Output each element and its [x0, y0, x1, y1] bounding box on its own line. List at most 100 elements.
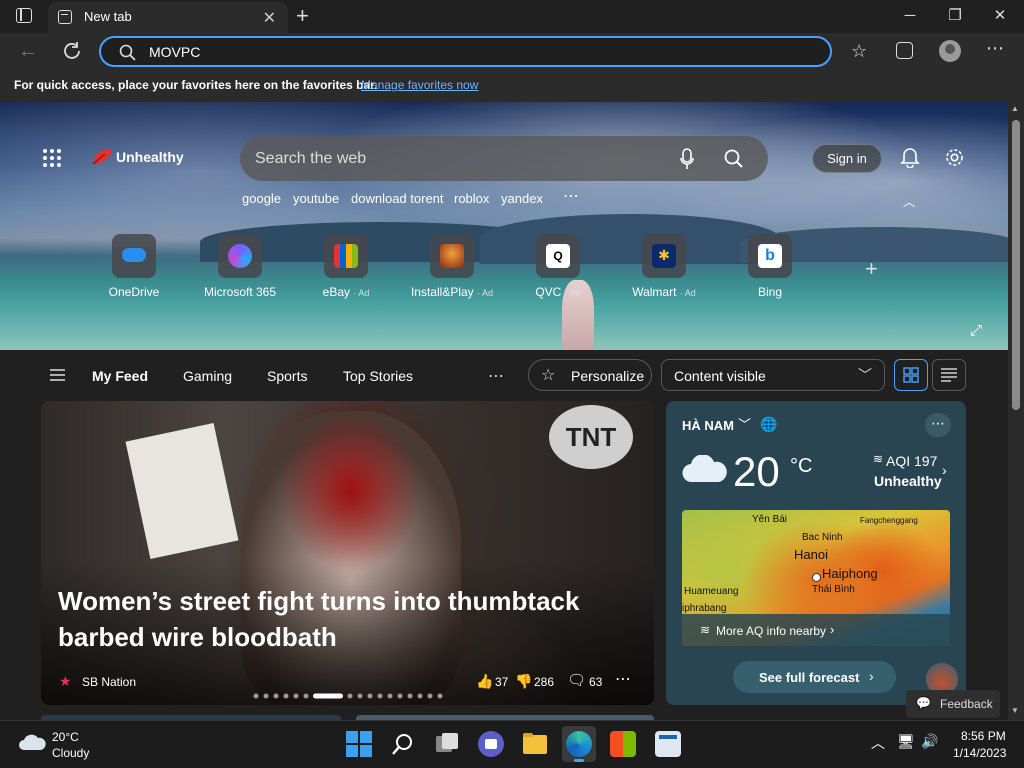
teams-chat-icon[interactable] — [478, 731, 504, 757]
like-icon[interactable]: 👍 — [476, 673, 493, 690]
collapse-chevron-icon[interactable]: ︿ — [903, 193, 915, 210]
clock-date[interactable]: 1/14/2023 — [953, 746, 1006, 760]
tab-gaming[interactable]: Gaming — [183, 368, 232, 384]
favorites-bar-text: For quick access, place your favorites h… — [14, 78, 378, 92]
new-tab-button[interactable]: + — [296, 4, 309, 28]
restore-button[interactable]: ❐ — [935, 4, 975, 28]
more-aq-link[interactable]: More AQ info nearby — [716, 624, 826, 638]
favorites-star-icon[interactable]: ☆ — [851, 41, 867, 62]
profile-avatar[interactable] — [939, 40, 961, 62]
news-headline[interactable]: Women’s street fight turns into thumbtac… — [58, 583, 618, 655]
show-hidden-icons-chevron[interactable]: ︿ — [871, 733, 885, 753]
file-explorer-icon[interactable] — [522, 731, 548, 757]
tile-bing[interactable]: b — [748, 234, 792, 278]
weather-location[interactable]: HÀ NAM — [682, 418, 734, 433]
tab-new-tab[interactable]: New tab ✕ — [48, 2, 288, 33]
address-input[interactable]: MOVPC — [149, 44, 200, 60]
taskbar-weather-temp[interactable]: 20°C — [52, 730, 79, 744]
more-options-icon[interactable]: ⋯ — [986, 38, 1004, 59]
page-scrollbar[interactable]: ▲ ▼ — [1008, 102, 1024, 720]
content-visible-dropdown[interactable]: Content visible ﹀ — [661, 359, 885, 391]
dislike-icon[interactable]: 👎 — [515, 673, 532, 690]
feedback-button[interactable]: 💬 Feedback — [906, 690, 1000, 718]
aq-link-chevron-icon: › — [830, 622, 835, 637]
grid-view-button[interactable] — [894, 359, 928, 391]
add-shortcut-icon[interactable]: + — [865, 256, 878, 282]
tab-actions-icon[interactable] — [16, 8, 32, 23]
weather-more-button[interactable]: ⋯ — [925, 413, 951, 437]
address-bar[interactable]: MOVPC — [99, 36, 832, 67]
see-forecast-button[interactable]: See full forecast › — [733, 661, 896, 693]
notification-center-button[interactable] — [1012, 722, 1024, 768]
clock-time[interactable]: 8:56 PM — [961, 729, 1006, 743]
task-view-icon[interactable] — [434, 731, 460, 757]
aq-link-bar[interactable]: ≋ More AQ info nearby › — [682, 614, 950, 646]
manage-favorites-link[interactable]: Manage favorites now — [361, 78, 478, 92]
aqi-chevron-icon[interactable]: › — [942, 462, 947, 478]
carousel-dots[interactable] — [253, 693, 443, 699]
volume-icon[interactable]: 🔊 — [921, 733, 938, 750]
globe-icon[interactable]: 🌐 — [760, 416, 777, 433]
refresh-button[interactable] — [62, 40, 82, 60]
personalize-button[interactable]: ☆ Personalize — [528, 359, 652, 391]
search-icon[interactable] — [724, 149, 743, 168]
microphone-icon[interactable] — [680, 148, 694, 170]
sign-in-button[interactable]: Sign in — [812, 144, 882, 173]
quick-link-download-torent[interactable]: download torent — [351, 191, 444, 206]
map-label: Haiphong — [822, 566, 878, 581]
back-button[interactable]: ← — [18, 40, 38, 63]
quick-link-google[interactable]: google — [242, 191, 281, 206]
microsoft-365-icon — [228, 244, 252, 268]
notifications-bell-icon[interactable] — [900, 146, 920, 168]
aqi-icon: ≋ — [873, 452, 884, 466]
quick-link-youtube[interactable]: youtube — [293, 191, 339, 206]
aq-map[interactable]: Yên Bái Fangchenggang Bac Ninh Hanoi Hai… — [682, 510, 950, 646]
more-quick-links-icon[interactable]: ⋯ — [563, 186, 579, 206]
tab-my-feed[interactable]: My Feed — [92, 368, 148, 384]
quick-link-roblox[interactable]: roblox — [454, 191, 489, 206]
taskbar-weather-cloud-icon[interactable] — [18, 733, 46, 751]
apps-grid-icon[interactable] — [42, 148, 62, 168]
content-visible-label: Content visible — [674, 368, 766, 384]
list-view-button[interactable] — [932, 359, 966, 391]
tile-qvc[interactable]: Q — [536, 234, 580, 278]
card-more-icon[interactable]: ⋯ — [615, 669, 631, 689]
aqi-status[interactable]: Unhealthy — [874, 473, 942, 489]
news-source[interactable]: SB Nation — [82, 675, 136, 689]
scroll-up-icon[interactable]: ▲ — [1011, 104, 1019, 113]
aqi-value[interactable]: AQI 197 — [886, 453, 937, 469]
tile-onedrive[interactable] — [112, 234, 156, 278]
feedback-label: Feedback — [940, 697, 993, 711]
tab-top-stories[interactable]: Top Stories — [343, 368, 413, 384]
scroll-thumb[interactable] — [1012, 120, 1020, 410]
comment-icon[interactable]: 🗨 — [567, 671, 586, 689]
web-search-box[interactable]: Search the web — [240, 136, 768, 181]
chevron-down-icon: ﹀ — [858, 367, 872, 383]
start-windows-icon[interactable] — [346, 731, 372, 757]
taskbar-app-icon[interactable] — [655, 731, 681, 757]
new-tab-icon — [58, 10, 72, 24]
settings-gear-icon[interactable] — [944, 147, 965, 168]
taskbar-weather-desc[interactable]: Cloudy — [52, 746, 89, 760]
close-tab-icon[interactable]: ✕ — [263, 8, 276, 28]
close-window-button[interactable]: ✕ — [980, 4, 1020, 28]
expand-icon[interactable]: ⤢ — [970, 322, 982, 339]
scroll-down-icon[interactable]: ▼ — [1011, 706, 1019, 715]
tile-ebay[interactable] — [324, 234, 368, 278]
edge-browser-icon[interactable] — [562, 726, 596, 762]
taskbar-search-icon[interactable] — [390, 731, 416, 757]
tile-microsoft-365[interactable] — [218, 234, 262, 278]
microsoft-store-icon[interactable] — [610, 731, 636, 757]
temperature-unit[interactable]: °C — [790, 455, 812, 478]
tab-sports[interactable]: Sports — [267, 368, 307, 384]
collections-icon[interactable] — [896, 42, 913, 59]
hamburger-menu-icon[interactable] — [50, 369, 65, 381]
minimize-button[interactable]: ─ — [890, 4, 930, 28]
news-card[interactable]: TNT Women’s street fight turns into thum… — [41, 401, 654, 705]
tile-install-play[interactable] — [430, 234, 474, 278]
quick-link-yandex[interactable]: yandex — [501, 191, 543, 206]
tile-walmart[interactable]: ✱ — [642, 234, 686, 278]
location-chevron-icon[interactable]: ﹀ — [738, 414, 751, 433]
more-tabs-icon[interactable]: ⋯ — [488, 366, 504, 386]
network-icon[interactable]: 🖥 — [897, 733, 915, 750]
